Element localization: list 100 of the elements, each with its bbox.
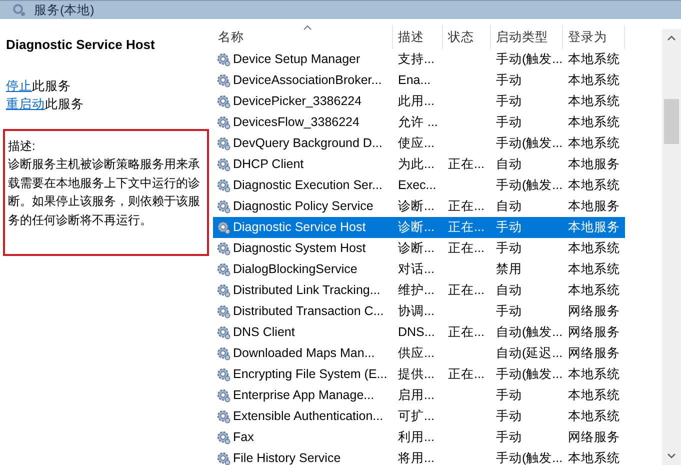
table-row[interactable]: DNS Client DNS... 正在... 自动(触发... 网络服务 xyxy=(213,322,625,343)
startup-type: 手动 xyxy=(496,430,522,444)
service-name: Diagnostic Execution Ser... xyxy=(233,177,382,194)
service-status: 正在... xyxy=(448,283,484,297)
service-description: 可扩... xyxy=(398,409,434,423)
column-header[interactable]: 登录为 xyxy=(563,25,625,49)
gear-icon xyxy=(216,136,231,151)
startup-type: 自动 xyxy=(496,199,522,213)
service-status: 正在... xyxy=(448,325,484,339)
service-name: DevQuery Background D... xyxy=(233,135,382,152)
table-row[interactable]: DevQuery Background D... 使应... 手动(触发... 本地系统 xyxy=(213,133,625,154)
service-description: 启用... xyxy=(398,388,434,402)
action-link[interactable]: 停止 xyxy=(6,78,32,92)
service-description: DNS... xyxy=(398,325,435,339)
service-name: Extensible Authentication... xyxy=(233,408,384,425)
table-row[interactable]: DevicePicker_3386224 此用... 手动 本地系统 xyxy=(213,91,625,112)
service-description: 此用... xyxy=(398,94,434,108)
gear-icon xyxy=(216,178,231,193)
startup-type: 手动(触发... xyxy=(496,178,563,192)
gear-icon xyxy=(216,304,231,319)
scroll-up-icon[interactable] xyxy=(667,35,676,41)
scroll-down-icon[interactable] xyxy=(667,453,676,459)
log-on-as: 本地服务 xyxy=(568,220,620,234)
gear-icon xyxy=(216,367,231,382)
service-name: Enterprise App Manage... xyxy=(233,387,374,404)
startup-type: 手动 xyxy=(496,94,522,108)
service-name: DeviceAssociationBroker... xyxy=(233,72,382,89)
service-description: 维护... xyxy=(398,283,434,297)
log-on-as: 本地系统 xyxy=(568,367,620,381)
gear-icon xyxy=(216,73,231,88)
startup-type: 手动 xyxy=(496,241,522,255)
table-row[interactable]: Diagnostic Service Host 诊断... 正在... 手动 本地服务 xyxy=(213,217,625,238)
service-name: Device Setup Manager xyxy=(233,51,360,68)
log-on-as: 本地服务 xyxy=(568,199,620,213)
table-row[interactable]: Fax 利用... 手动 网络服务 xyxy=(213,427,625,448)
table-row[interactable]: Diagnostic System Host 诊断... 正在... 手动 本地系统 xyxy=(213,238,625,259)
description-label: 描述: xyxy=(8,138,36,154)
gear-icon xyxy=(216,220,231,235)
log-on-as: 本地系统 xyxy=(568,94,620,108)
service-description: 将用... xyxy=(398,451,434,465)
table-row[interactable]: Diagnostic Policy Service 诊断... 正在... 自动 本地服务 xyxy=(213,196,625,217)
startup-type: 手动 xyxy=(496,73,522,87)
service-description: 协调... xyxy=(398,304,434,318)
table-row[interactable]: DevicesFlow_3386224 允许 ... 手动 本地系统 xyxy=(213,112,625,133)
service-description: 使应... xyxy=(398,136,434,150)
service-description: 诊断... xyxy=(398,199,434,213)
scrollbar[interactable] xyxy=(662,29,681,465)
scroll-thumb[interactable] xyxy=(664,99,679,144)
log-on-as: 本地系统 xyxy=(568,115,620,129)
table-row[interactable]: Distributed Link Tracking... 维护... 正在... 自动 本地系统 xyxy=(213,280,625,301)
startup-type: 手动 xyxy=(496,220,522,234)
log-on-as: 本地系统 xyxy=(568,451,620,465)
service-name: Distributed Transaction C... xyxy=(233,303,384,320)
log-on-as: 本地系统 xyxy=(568,409,620,423)
table-row[interactable]: Diagnostic Execution Ser... Exec... 手动(触发... 本地系统 xyxy=(213,175,625,196)
log-on-as: 本地系统 xyxy=(568,73,620,87)
startup-type: 手动(触发... xyxy=(496,52,563,66)
action-text: 重启动此服务 xyxy=(6,96,85,112)
gear-icon xyxy=(216,241,231,256)
gear-icon xyxy=(216,388,231,403)
column-header[interactable]: 状态 xyxy=(443,25,491,49)
service-description: 供应... xyxy=(398,346,434,360)
service-name: File History Service xyxy=(233,450,341,465)
startup-type: 禁用 xyxy=(496,262,522,276)
column-header[interactable]: 描述 xyxy=(393,25,443,49)
service-description: 对话... xyxy=(398,262,434,276)
table-row[interactable]: DHCP Client 为此... 正在... 自动 本地服务 xyxy=(213,154,625,175)
table-row[interactable]: DeviceAssociationBroker... Ena... 手动 本地系统 xyxy=(213,70,625,91)
table-row[interactable]: Downloaded Maps Man... 供应... 自动(延迟... 网络服务 xyxy=(213,343,625,364)
service-status: 正在... xyxy=(448,367,484,381)
service-description: 为此... xyxy=(398,157,434,171)
table-row[interactable]: Distributed Transaction C... 协调... 手动 网络服务 xyxy=(213,301,625,322)
service-name: Diagnostic Policy Service xyxy=(233,198,374,215)
action-link[interactable]: 重启动 xyxy=(6,96,45,110)
startup-type: 手动 xyxy=(496,115,522,129)
log-on-as: 网络服务 xyxy=(568,304,620,318)
table-row[interactable]: Extensible Authentication... 可扩... 手动 本地系统 xyxy=(213,406,625,427)
service-description: 利用... xyxy=(398,430,434,444)
table-row[interactable]: Enterprise App Manage... 启用... 手动 本地系统 xyxy=(213,385,625,406)
service-description: 允许 ... xyxy=(398,115,438,129)
table-row[interactable]: File History Service 将用... 手动(触发... 本地系统 xyxy=(213,448,625,465)
service-name: Diagnostic System Host xyxy=(233,240,366,257)
service-description: 提供... xyxy=(398,367,434,381)
log-on-as: 网络服务 xyxy=(568,430,620,444)
log-on-as: 本地系统 xyxy=(568,52,620,66)
log-on-as: 本地系统 xyxy=(568,241,620,255)
service-name: Downloaded Maps Man... xyxy=(233,345,375,362)
table-row[interactable]: Device Setup Manager 支持... 手动(触发... 本地系统 xyxy=(213,49,625,70)
gear-icon xyxy=(216,157,231,172)
startup-type: 自动(延迟... xyxy=(496,346,563,360)
column-header[interactable]: 名称 xyxy=(213,25,393,49)
column-header[interactable]: 启动类型 xyxy=(491,25,563,49)
log-on-as: 本地系统 xyxy=(568,178,620,192)
gear-icon xyxy=(216,283,231,298)
service-name: Distributed Link Tracking... xyxy=(233,282,380,299)
action-text: 停止此服务 xyxy=(6,78,72,94)
gear-icon xyxy=(216,52,231,67)
window-title: 服务(本地) xyxy=(34,2,94,19)
table-row[interactable]: Encrypting File System (E... 提供... 正在... 手动(触发... 本地系统 xyxy=(213,364,625,385)
table-row[interactable]: DialogBlockingService 对话... 禁用 本地系统 xyxy=(213,259,625,280)
